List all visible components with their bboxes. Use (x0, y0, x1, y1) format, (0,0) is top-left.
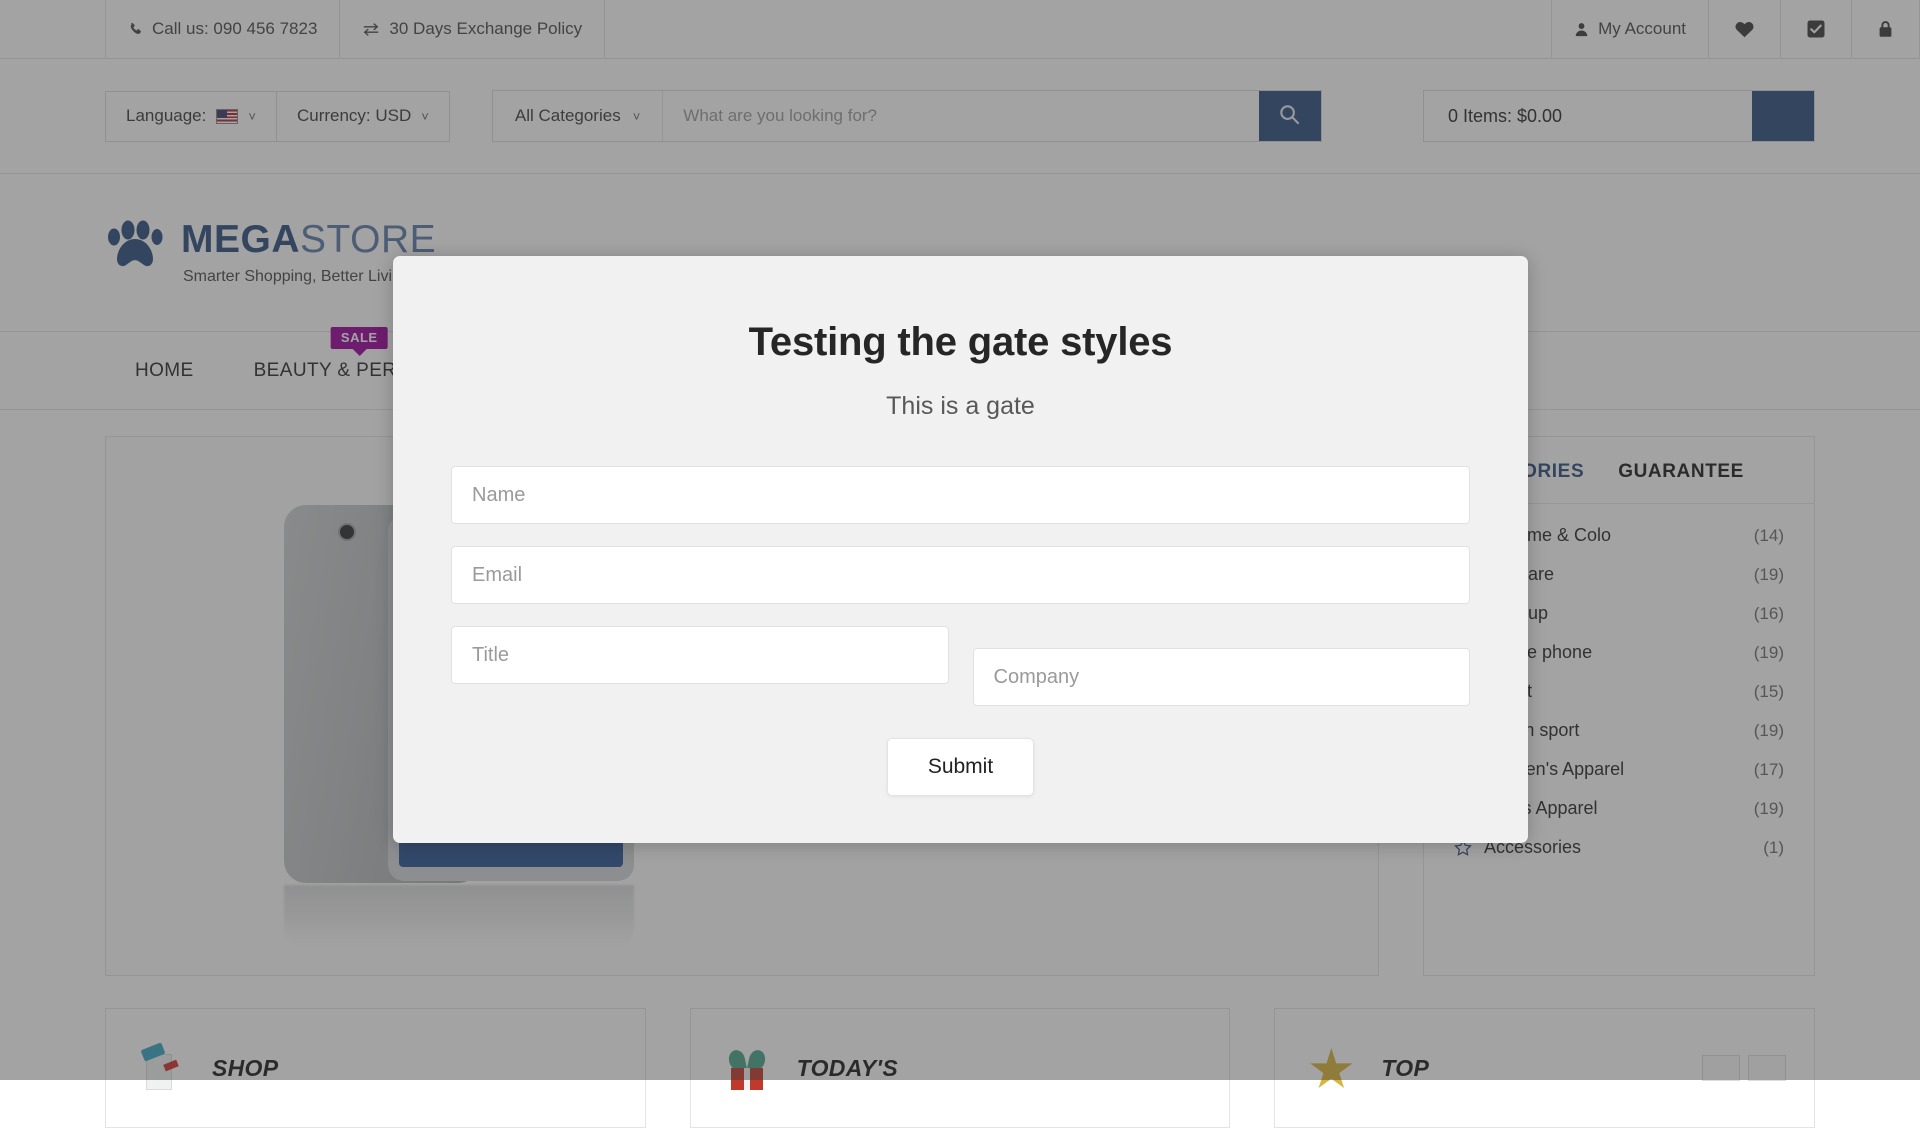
modal-title: Testing the gate styles (749, 320, 1173, 365)
submit-button[interactable]: Submit (887, 738, 1034, 796)
modal-subtitle: This is a gate (886, 392, 1035, 421)
title-company-row (451, 626, 1470, 706)
submit-row: Submit (451, 738, 1470, 796)
email-field[interactable] (451, 546, 1470, 604)
name-field[interactable] (451, 466, 1470, 524)
title-field[interactable] (451, 626, 949, 684)
gate-modal: Testing the gate styles This is a gate S… (393, 256, 1528, 843)
company-field[interactable] (973, 648, 1471, 706)
gate-form: Submit (451, 466, 1470, 796)
